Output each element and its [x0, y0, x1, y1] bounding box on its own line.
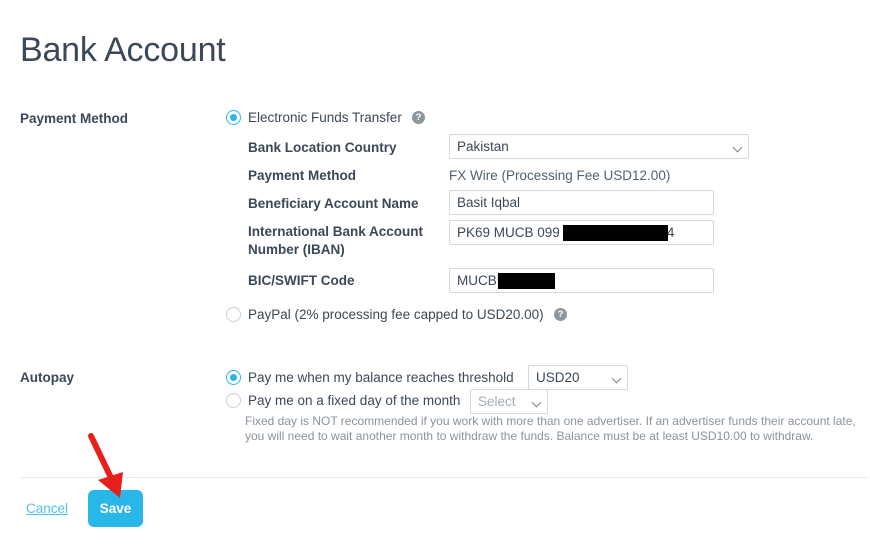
radio-label-electronic-funds-transfer: Electronic Funds Transfer: [248, 110, 402, 125]
cancel-button[interactable]: Cancel: [26, 500, 68, 518]
input-value-iban-prefix: PK69 MUCB 099: [457, 225, 560, 240]
select-threshold-amount[interactable]: USD20: [528, 365, 628, 390]
input-bic-swift-code[interactable]: MUCBP: [449, 268, 714, 293]
redaction-bar-bic-swift: [498, 273, 555, 289]
radio-label-pay-fixed-day: Pay me on a fixed day of the month: [248, 393, 461, 408]
field-label-bic-swift-code: BIC/SWIFT Code: [248, 273, 355, 288]
radio-electronic-funds-transfer[interactable]: [226, 110, 241, 125]
autopay-fine-print: Fixed day is NOT recommended if you work…: [245, 414, 856, 443]
footer-divider: [20, 477, 868, 478]
redaction-bar-iban: [563, 225, 668, 241]
select-value-threshold-amount: USD20: [536, 370, 580, 385]
field-label-bank-location-country: Bank Location Country: [248, 140, 397, 155]
help-circle-icon-paypal[interactable]: ?: [554, 308, 567, 321]
input-beneficiary-account-name[interactable]: Basit Iqbal: [449, 190, 714, 215]
radio-label-pay-on-threshold: Pay me when my balance reaches threshold: [248, 370, 514, 385]
select-bank-location-country[interactable]: Pakistan: [449, 134, 749, 159]
field-label-payment-method-value: Payment Method: [248, 168, 357, 183]
chevron-down-icon-fixed-day: [531, 397, 542, 408]
select-value-fixed-day: Select: [478, 394, 516, 409]
input-iban[interactable]: PK69 MUCB 099 4: [449, 220, 714, 245]
section-label-payment-method: Payment Method: [20, 111, 129, 126]
radio-pay-on-threshold[interactable]: [226, 370, 241, 385]
value-payment-method: FX Wire (Processing Fee USD12.00): [449, 168, 671, 183]
field-label-beneficiary-account-name: Beneficiary Account Name: [248, 196, 419, 211]
radio-paypal[interactable]: [226, 307, 241, 322]
field-label-iban: International Bank Account Number (IBAN): [248, 224, 424, 257]
select-fixed-day[interactable]: Select: [470, 389, 548, 414]
chevron-down-icon-country: [732, 142, 743, 153]
section-label-autopay: Autopay: [20, 370, 74, 385]
radio-pay-fixed-day[interactable]: [226, 393, 241, 408]
page-title: Bank Account: [20, 30, 226, 69]
input-value-beneficiary-account-name: Basit Iqbal: [457, 195, 521, 210]
save-button[interactable]: Save: [88, 490, 143, 527]
select-value-bank-location-country: Pakistan: [457, 139, 509, 154]
radio-label-paypal: PayPal (2% processing fee capped to USD2…: [248, 307, 544, 322]
chevron-down-icon-threshold: [611, 373, 622, 384]
help-circle-icon-eft[interactable]: ?: [412, 111, 425, 124]
